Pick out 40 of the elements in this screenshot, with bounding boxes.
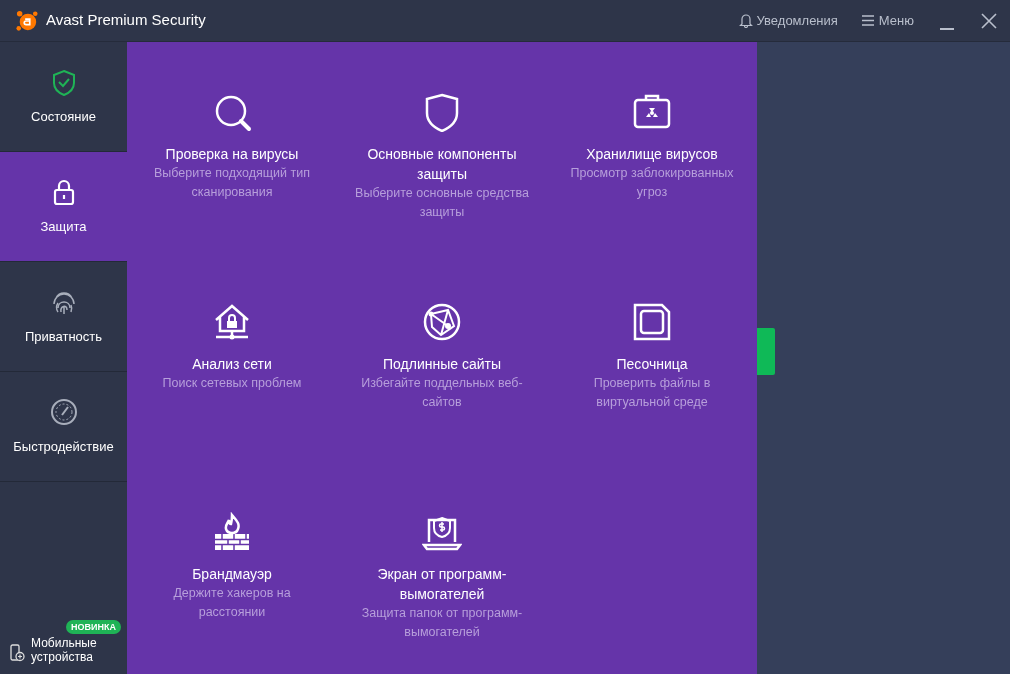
globe-network-icon bbox=[422, 302, 462, 342]
feature-tile[interactable]: Проверка на вирусы Выберите подходящий тип сканирования bbox=[127, 42, 337, 252]
mobile-devices-link[interactable]: Мобильные устройства bbox=[31, 636, 111, 664]
feature-tile[interactable]: Анализ сети Поиск сетевых проблем bbox=[127, 252, 337, 462]
tile-description: Просмотр заблокированных угроз bbox=[569, 165, 735, 201]
tile-title: Песочница bbox=[615, 355, 689, 374]
notifications-button[interactable]: Уведомления bbox=[738, 10, 838, 31]
tile-title: Проверка на вирусы bbox=[164, 145, 300, 164]
feature-tile[interactable]: Брандмауэр Держите хакеров на расстоянии bbox=[127, 462, 337, 674]
new-badge: НОВИНКА bbox=[66, 620, 121, 634]
brick-wall-flame-icon bbox=[212, 512, 252, 552]
tile-title: Анализ сети bbox=[191, 355, 273, 374]
feature-tile[interactable]: Хранилище вирусов Просмотр заблокированных угроз bbox=[547, 42, 757, 252]
logo-icon bbox=[16, 9, 38, 32]
button-edge bbox=[757, 328, 775, 375]
tile-description: Выберите подходящий тип сканирования bbox=[153, 165, 311, 201]
menu-button[interactable]: Меню bbox=[861, 10, 914, 31]
tile-title: Основные компоненты защиты bbox=[366, 145, 518, 184]
feature-tile[interactable]: Экран от программ-вымогателей Защита папок от программ-вымогателей bbox=[337, 462, 547, 674]
phone-plus-icon bbox=[10, 644, 25, 662]
tile-description: Держите хакеров на расстоянии bbox=[172, 585, 292, 621]
feature-tile[interactable]: Основные компоненты защиты Выберите основные средства защиты bbox=[337, 42, 547, 252]
tile-description: Избегайте поддельных веб-сайтов bbox=[360, 375, 524, 411]
close-button[interactable] bbox=[980, 11, 998, 30]
gauge-icon bbox=[49, 396, 78, 427]
tile-title: Экран от программ-вымогателей bbox=[376, 565, 508, 604]
tile-description: Проверить файлы в виртуальной среде bbox=[592, 375, 712, 411]
tile-description: Защита папок от программ-вымогателей bbox=[360, 605, 524, 641]
bell-icon bbox=[738, 13, 753, 28]
tile-description: Поиск сетевых проблем bbox=[161, 375, 303, 392]
feature-tile[interactable]: Подлинные сайты Избегайте поддельных веб-сайтов bbox=[337, 252, 547, 462]
sidebar-tab[interactable]: Защита bbox=[0, 152, 127, 262]
tile-description: Выберите основные средства защиты bbox=[354, 185, 530, 221]
window-title: Avast Premium Security bbox=[46, 10, 206, 31]
tile-title: Хранилище вирусов bbox=[585, 145, 719, 164]
square-frame-icon bbox=[632, 302, 672, 342]
tile-title: Подлинные сайты bbox=[382, 355, 502, 374]
feature-tile[interactable]: Песочница Проверить файлы в виртуальной среде bbox=[547, 252, 757, 462]
tile-title: Брандмауэр bbox=[191, 565, 273, 584]
menu-icon bbox=[861, 15, 874, 26]
